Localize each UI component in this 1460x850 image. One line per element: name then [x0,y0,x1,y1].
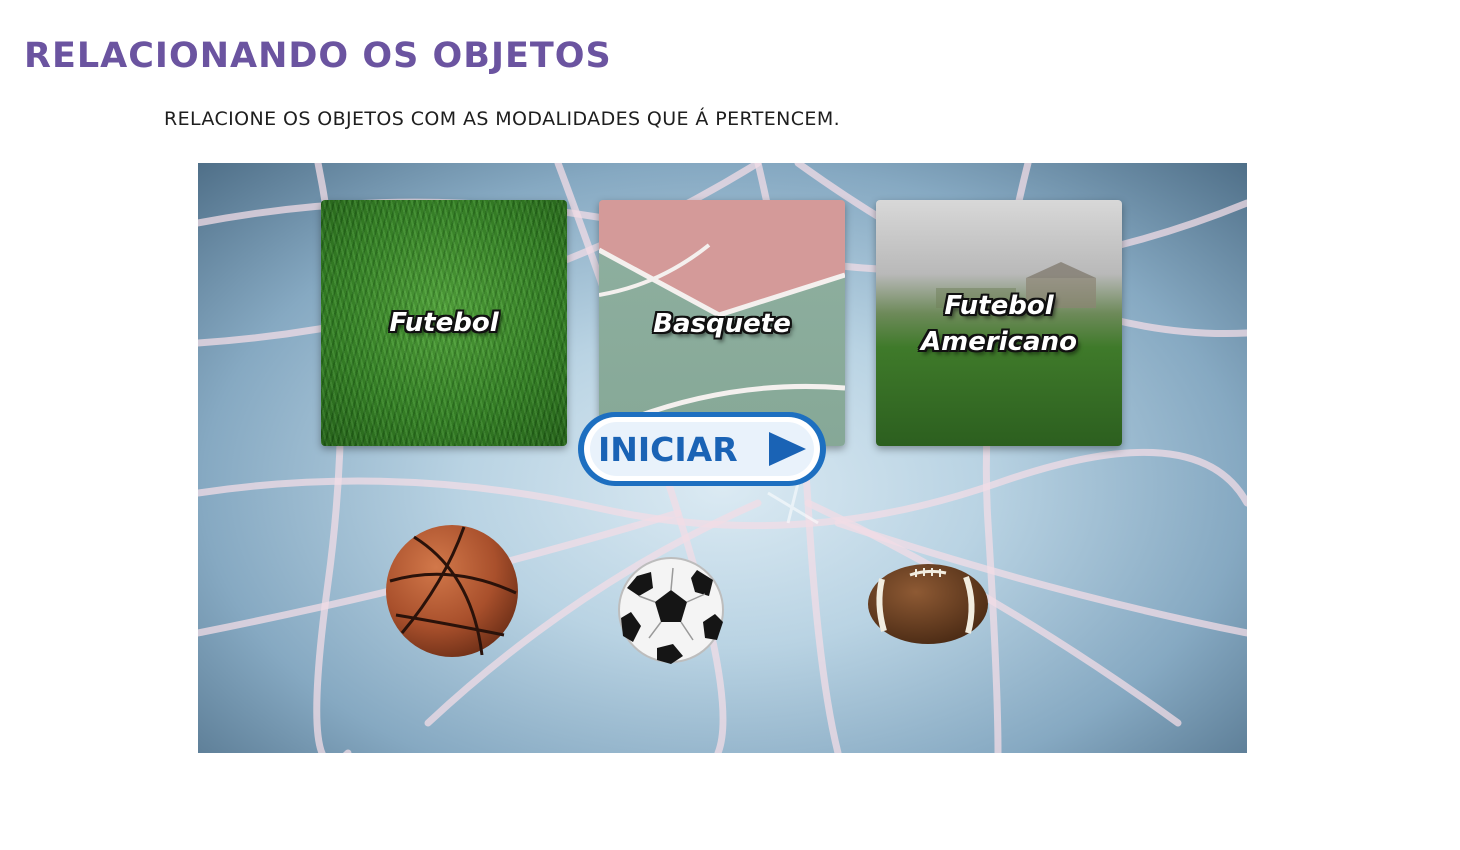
card-label-line-1: Futebol [944,291,1054,321]
card-label-futebol-americano: Futebol Americano [876,288,1122,360]
card-futebol[interactable]: Futebol [321,200,567,446]
soccer-ball-icon[interactable] [617,556,725,664]
card-label-basquete: Basquete [653,309,791,339]
football-icon[interactable] [866,561,990,647]
card-label-line-2: Americano [921,327,1077,357]
instruction-text: RELACIONE OS OBJETOS COM AS MODALIDADES … [164,108,841,130]
basketball-icon[interactable] [384,523,521,660]
game-stage: Futebol Basquete Futebol Americano INICI… [198,163,1247,753]
start-button-label: INICIAR [598,430,738,469]
page-title: RELACIONANDO OS OBJETOS [24,36,612,76]
card-label-futebol: Futebol [389,308,499,338]
card-futebol-americano[interactable]: Futebol Americano [876,200,1122,446]
start-button[interactable]: INICIAR [574,408,830,492]
